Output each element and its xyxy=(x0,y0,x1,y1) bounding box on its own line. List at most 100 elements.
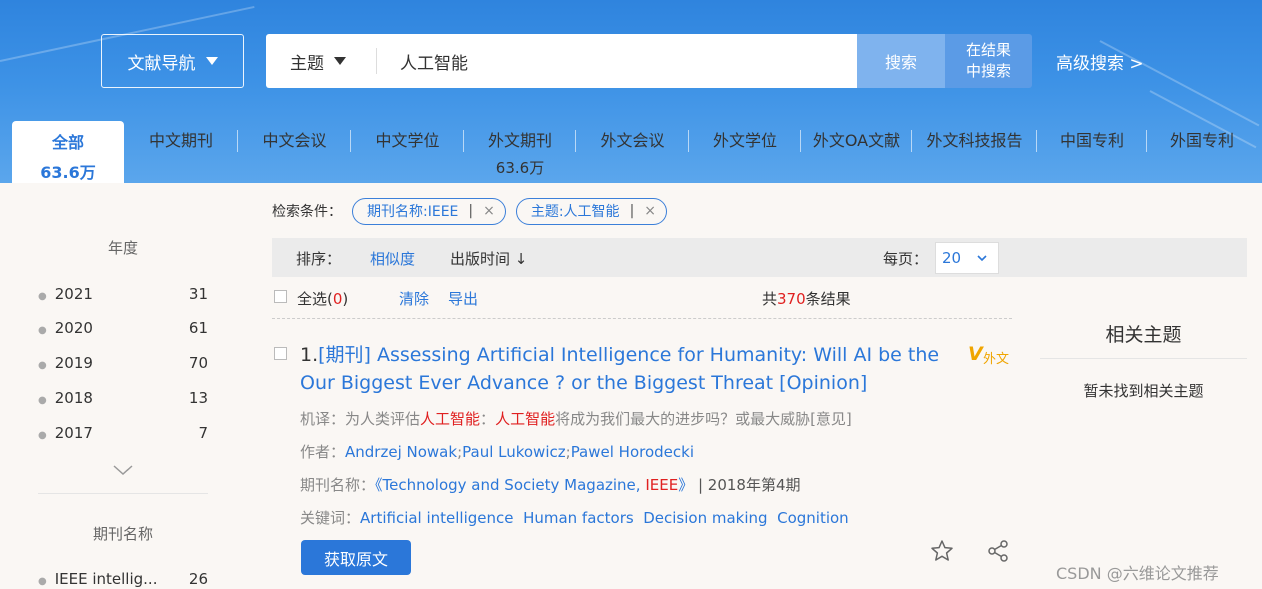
year-value: 2019 xyxy=(54,354,93,372)
chevron-down-icon[interactable] xyxy=(112,463,134,477)
result-title-link[interactable]: 1.[期刊] Assessing Artificial Intelligence… xyxy=(300,341,950,397)
year-facet-item[interactable]: ● 2020 61 xyxy=(38,319,208,337)
journal-count: 26 xyxy=(188,570,208,588)
tab-label: 中文期刊 xyxy=(148,131,213,150)
results-toolbar: 全选(0) 清除 导出 共370条结果 xyxy=(272,286,1012,312)
tab-count: 63.6万 xyxy=(40,163,96,182)
tab-label: 全部 xyxy=(51,133,84,152)
year-facet-item[interactable]: ● 2018 13 xyxy=(38,389,208,407)
toolbar-divider xyxy=(272,318,1012,319)
year-count: 70 xyxy=(188,354,208,372)
journal-issue: | 2018年第4期 xyxy=(693,476,801,494)
journal-facet-item[interactable]: ● IEEE intellig... 26 xyxy=(38,570,208,588)
tab-label: 外文OA文献 xyxy=(812,131,901,150)
filter-chip-pipe: | xyxy=(468,203,474,219)
keyword-link[interactable]: Artificial intelligence xyxy=(360,509,514,527)
sort-relevance[interactable]: 相似度 xyxy=(370,248,415,269)
year-facet-item[interactable]: ● 2017 7 xyxy=(38,424,208,442)
search-in-results-line1: 在结果 xyxy=(965,41,1011,59)
sort-bar: 排序： 相似度 出版时间 ↓ 每页： 20 xyxy=(272,238,1247,277)
year-facet-item[interactable]: ● 2021 31 xyxy=(38,285,208,303)
per-page-value: 20 xyxy=(942,249,962,267)
star-icon[interactable] xyxy=(930,539,954,563)
tab-foreign-tech-reports[interactable]: 外文科技报告 xyxy=(912,114,1037,183)
sidebar-divider xyxy=(38,493,208,494)
year-value: 2018 xyxy=(54,389,93,407)
clear-button[interactable]: 清除 xyxy=(399,288,429,309)
search-button[interactable]: 搜索 xyxy=(857,34,945,88)
close-icon[interactable]: × xyxy=(483,203,495,219)
year-count: 13 xyxy=(188,389,208,407)
year-value: 2017 xyxy=(54,424,93,442)
tab-label: 中文学位 xyxy=(375,131,440,150)
tab-chinese-journals[interactable]: 中文期刊 xyxy=(124,114,238,183)
advanced-search-link[interactable]: 高级搜索 > xyxy=(1056,49,1144,74)
tab-label: 外文科技报告 xyxy=(926,131,1023,150)
tab-foreign-patents[interactable]: 外国专利 xyxy=(1147,114,1257,183)
literature-nav-button[interactable]: 文献导航 xyxy=(101,34,244,88)
result-type: [期刊] xyxy=(318,344,371,366)
search-divider xyxy=(376,48,377,74)
tab-foreign-oa[interactable]: 外文OA文献 xyxy=(801,114,912,183)
total-results: 共370条结果 xyxy=(762,290,851,308)
year-value: 2021 xyxy=(54,285,93,303)
close-icon[interactable]: × xyxy=(644,203,656,219)
get-fulltext-button[interactable]: 获取原文 xyxy=(301,540,411,575)
tab-foreign-journals[interactable]: 外文期刊 63.6万 xyxy=(464,114,576,183)
tab-chinese-theses[interactable]: 中文学位 xyxy=(351,114,464,183)
filter-chip-journal: 期刊名称:IEEE | × xyxy=(352,197,506,225)
select-all-checkbox[interactable] xyxy=(274,290,287,303)
journal-name: IEEE intellig... xyxy=(54,570,158,588)
foreign-badge-label: 外文 xyxy=(983,352,1010,367)
result-authors: 作者：Andrzej Nowak;Paul Lukowicz;Pawel Hor… xyxy=(300,443,695,461)
year-count: 31 xyxy=(188,285,208,303)
keyword-link[interactable]: Human factors xyxy=(523,509,634,527)
filter-sidebar: 年度 ● 2021 31 ● 2020 61 ● 2019 70 ● 2018 13 ●… xyxy=(0,183,250,589)
caret-down-icon xyxy=(205,57,218,65)
author-link[interactable]: Andrzej Nowak xyxy=(345,443,457,461)
share-icon[interactable] xyxy=(986,539,1010,563)
tab-label: 外文学位 xyxy=(712,131,777,150)
journal-facet-title: 期刊名称 xyxy=(92,525,153,543)
total-count: 370 xyxy=(777,290,806,308)
keyword-link[interactable]: Cognition xyxy=(777,509,849,527)
year-facet-item[interactable]: ● 2019 70 xyxy=(38,354,208,372)
tab-label: 中国专利 xyxy=(1059,131,1124,150)
result-index: 1. xyxy=(300,344,319,366)
author-link[interactable]: Paul Lukowicz xyxy=(462,443,566,461)
result-checkbox[interactable] xyxy=(274,347,287,360)
search-in-results-button[interactable]: 在结果 中搜索 xyxy=(945,34,1032,88)
tab-foreign-theses[interactable]: 外文学位 xyxy=(689,114,801,183)
sort-label: 排序： xyxy=(296,250,342,268)
journal-link[interactable]: 《Technology and Society Magazine, IEEE》 xyxy=(375,476,693,494)
tab-all[interactable]: 全部 63.6万 xyxy=(12,121,124,183)
tab-count: 63.6万 xyxy=(495,159,545,177)
foreign-badge-icon: V xyxy=(968,343,983,365)
search-conditions: 检索条件： 期刊名称:IEEE | × 主题:人工智能 | × xyxy=(272,197,668,225)
filter-chip-pipe: | xyxy=(629,203,635,219)
search-input[interactable] xyxy=(400,34,840,88)
per-page-label: 每页： xyxy=(883,250,929,268)
conditions-label: 检索条件： xyxy=(272,204,342,220)
chevron-down-icon xyxy=(977,254,987,261)
result-journal: 期刊名称：《Technology and Society Magazine, I… xyxy=(300,476,801,494)
search-field-select[interactable]: 主题 xyxy=(266,34,376,88)
filter-chip-text: 期刊名称:IEEE xyxy=(367,204,459,220)
year-facet-title: 年度 xyxy=(107,239,138,257)
search-in-results-line2: 中搜索 xyxy=(965,62,1011,80)
year-count: 61 xyxy=(188,319,208,337)
tab-chinese-conferences[interactable]: 中文会议 xyxy=(238,114,351,183)
export-button[interactable]: 导出 xyxy=(448,288,478,309)
author-link[interactable]: Pawel Horodecki xyxy=(571,443,694,461)
select-all-label[interactable]: 全选(0) xyxy=(297,288,348,309)
tab-china-patents[interactable]: 中国专利 xyxy=(1037,114,1147,183)
tab-label: 中文会议 xyxy=(262,131,327,150)
sort-date[interactable]: 出版时间 ↓ xyxy=(450,248,527,269)
keyword-link[interactable]: Decision making xyxy=(643,509,767,527)
tab-foreign-conferences[interactable]: 外文会议 xyxy=(576,114,689,183)
per-page-select[interactable]: 20 xyxy=(935,242,999,274)
related-topics-divider xyxy=(1040,358,1247,359)
search-field-label: 主题 xyxy=(290,53,324,74)
caret-down-icon xyxy=(334,57,346,65)
result-translation: 机译：为人类评估人工智能：人工智能将成为我们最大的进步吗？或最大威胁[意见] xyxy=(300,410,852,428)
